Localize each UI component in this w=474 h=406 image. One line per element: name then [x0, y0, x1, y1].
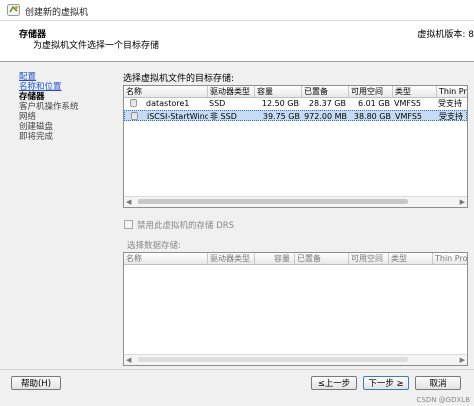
table-row[interactable]: datastore1 SSD 12.50 GB 28.37 GB 6.01 GB… — [124, 98, 467, 109]
footer-divider — [0, 369, 474, 370]
next-button[interactable]: 下一步 ≥ — [363, 376, 409, 390]
col-free: 可用空间 — [348, 253, 388, 264]
step-config[interactable]: 配置 — [19, 72, 114, 82]
col-provisioned: 已置备 — [294, 253, 348, 264]
scroll-left-icon: ◀ — [126, 356, 132, 364]
cell-type: VMFS5 — [395, 112, 423, 121]
cell-free: 6.01 GB — [357, 99, 390, 108]
cluster-table-header: 名称 驱动器类型 容量 已置备 可用空间 类型 Thin Prov — [124, 253, 467, 265]
watermark: CSDN @GDXLB — [416, 396, 471, 404]
col-drive-type[interactable]: 驱动器类型 — [207, 86, 254, 97]
cell-free: 38.80 GB — [353, 112, 391, 121]
step-create-disk: 创建磁盘 — [19, 122, 54, 132]
wizard-header: 存储器 为虚拟机文件选择一个目标存储 虚拟机版本: 8 — [0, 21, 474, 62]
col-name[interactable]: 名称 — [124, 86, 207, 97]
cell-provisioned: 972.00 MB — [304, 112, 347, 121]
back-button[interactable]: ≤上一步 — [311, 376, 357, 390]
cancel-button[interactable]: 取消 — [415, 376, 461, 390]
cell-drive-type: SSD — [209, 99, 226, 108]
datastore-icon — [130, 99, 137, 107]
col-capacity[interactable]: 容量 — [254, 86, 301, 97]
help-button[interactable]: 帮助(H) — [11, 376, 61, 390]
scroll-right-icon: ▶ — [459, 356, 465, 364]
datastore-select-label: 选择虚拟机文件的目标存储: — [123, 74, 235, 84]
cell-name: datastore1 — [146, 99, 190, 108]
col-capacity: 容量 — [254, 253, 294, 264]
col-free[interactable]: 可用空间 — [348, 86, 392, 97]
wizard-window: 创建新的虚拟机 存储器 为虚拟机文件选择一个目标存储 虚拟机版本: 8 配置 名… — [0, 0, 474, 406]
cell-name: iSCSI-StartWind — [147, 112, 208, 121]
step-name-location[interactable]: 名称和位置 — [19, 82, 114, 92]
step-storage: 存储器 — [19, 92, 45, 102]
cluster-datastore-table: 名称 驱动器类型 容量 已置备 可用空间 类型 Thin Prov ◀ ▶ — [123, 252, 468, 366]
cell-capacity: 39.75 GB — [262, 112, 300, 121]
scroll-thumb[interactable] — [138, 199, 408, 204]
cell-capacity: 12.50 GB — [261, 99, 299, 108]
step-network: 网络 — [19, 112, 37, 122]
disable-drs-label: 禁用此虚拟机的存储 DRS — [137, 221, 235, 231]
window-title: 创建新的虚拟机 — [25, 8, 89, 18]
page-subtitle: 为虚拟机文件选择一个目标存储 — [33, 41, 160, 51]
step-guest-os: 客户机操作系统 — [19, 102, 79, 112]
cell-drive-type: 非 SSD — [210, 112, 237, 121]
table-row-selected[interactable]: iSCSI-StartWind 非 SSD 39.75 GB 972.00 MB… — [124, 110, 467, 121]
col-drive-type: 驱动器类型 — [207, 253, 254, 264]
col-thin-prov: Thin Prov — [432, 253, 467, 264]
cell-type: VMFS5 — [394, 99, 422, 108]
col-type: 类型 — [388, 253, 432, 264]
cluster-table-scrollbar: ◀ ▶ — [124, 354, 467, 365]
wizard-steps: 配置 名称和位置 存储器 客户机操作系统 网络 创建磁盘 即将完成 — [19, 72, 114, 142]
vm-version: 虚拟机版本: 8 — [417, 30, 474, 40]
cell-thin-prov: 受支持 — [438, 99, 462, 108]
datastore-table-header: 名称 驱动器类型 容量 已置备 可用空间 类型 Thin Prov — [124, 86, 467, 98]
vsphere-app-icon — [7, 4, 20, 16]
scroll-thumb — [138, 357, 408, 362]
disable-drs-checkbox[interactable] — [124, 220, 133, 229]
col-type[interactable]: 类型 — [392, 86, 436, 97]
cluster-datastore-label: 选择数据存储: — [127, 241, 181, 251]
col-thin-prov[interactable]: Thin Prov — [436, 86, 467, 97]
col-name: 名称 — [126, 254, 142, 263]
datastore-table-scrollbar[interactable]: ◀ ▶ — [124, 196, 467, 207]
col-provisioned[interactable]: 已置备 — [301, 86, 348, 97]
datastore-icon — [131, 112, 138, 120]
cell-provisioned: 28.37 GB — [308, 99, 346, 108]
scroll-left-icon[interactable]: ◀ — [126, 198, 131, 206]
title-bar: 创建新的虚拟机 — [0, 0, 474, 21]
disable-drs-option[interactable]: 禁用此虚拟机的存储 DRS — [124, 219, 234, 231]
cell-thin-prov: 受支持 — [439, 112, 463, 121]
datastore-table: 名称 驱动器类型 容量 已置备 可用空间 类型 Thin Prov datast… — [123, 85, 468, 208]
step-ready: 即将完成 — [19, 132, 54, 142]
scroll-right-icon[interactable]: ▶ — [460, 198, 465, 206]
